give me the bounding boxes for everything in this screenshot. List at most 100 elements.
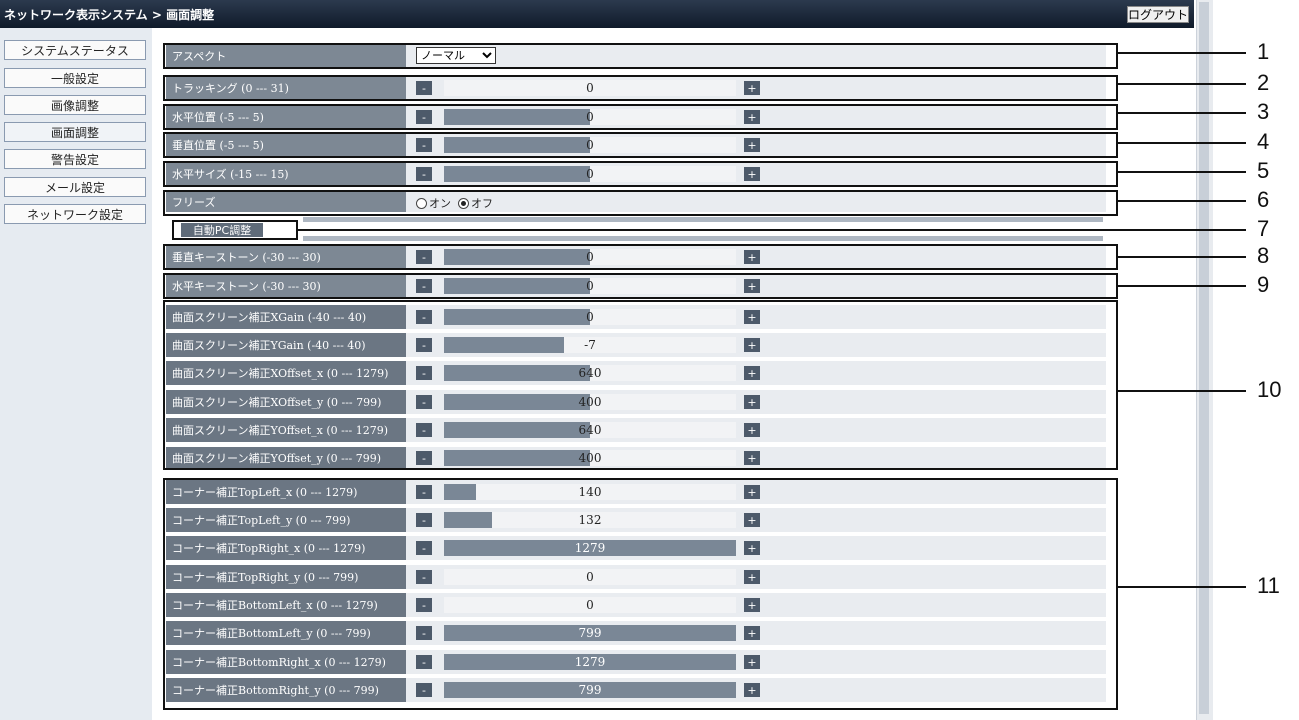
sidebar-item[interactable]: 画面調整 [4, 122, 146, 142]
slider-value: 400 [578, 451, 602, 465]
decrement-button[interactable]: - [416, 279, 432, 293]
increment-button[interactable]: + [744, 655, 760, 669]
increment-button[interactable]: + [744, 338, 760, 352]
decrement-button[interactable]: - [416, 626, 432, 640]
increment-button[interactable]: + [744, 451, 760, 465]
slider-row: 垂直位置 (-5 --- 5) - 0 + [166, 134, 1106, 156]
sidebar-item[interactable]: 画像調整 [4, 95, 146, 115]
slider-track[interactable]: -7 [444, 337, 736, 353]
slider-track[interactable]: 0 [444, 278, 736, 294]
decrement-button[interactable]: - [416, 655, 432, 669]
slider-row: 曲面スクリーン補正XOffset_y (0 --- 799) - 400 + [166, 390, 1106, 414]
aspect-row: アスペクト ノーマル [166, 45, 1106, 67]
slider-row: 水平位置 (-5 --- 5) - 0 + [166, 106, 1106, 128]
decrement-button[interactable]: - [416, 138, 432, 152]
increment-button[interactable]: + [744, 485, 760, 499]
slider-track[interactable]: 0 [444, 137, 736, 153]
increment-button[interactable]: + [744, 541, 760, 555]
decrement-button[interactable]: - [416, 423, 432, 437]
slider-row: コーナー補正TopLeft_x (0 --- 1279) - 140 + [166, 480, 1106, 504]
increment-button[interactable]: + [744, 81, 760, 95]
decrement-button[interactable]: - [416, 110, 432, 124]
scrollbar-thumb[interactable] [1199, 2, 1209, 714]
logout-button[interactable]: ログアウト [1127, 6, 1189, 23]
decrement-button[interactable]: - [416, 598, 432, 612]
slider-track[interactable]: 0 [444, 249, 736, 265]
decrement-button[interactable]: - [416, 250, 432, 264]
decrement-button[interactable]: - [416, 683, 432, 697]
freeze-on-radio[interactable]: オン [416, 195, 451, 211]
slider-track[interactable]: 799 [444, 682, 736, 698]
slider-label: 曲面スクリーン補正XGain (-40 --- 40) [166, 305, 406, 329]
increment-button[interactable]: + [744, 110, 760, 124]
slider-track[interactable]: 0 [444, 597, 736, 613]
decrement-button[interactable]: - [416, 366, 432, 380]
slider-track[interactable]: 0 [444, 166, 736, 182]
increment-button[interactable]: + [744, 395, 760, 409]
slider-track[interactable]: 1279 [444, 654, 736, 670]
slider-value: 0 [586, 167, 594, 181]
increment-button[interactable]: + [744, 167, 760, 181]
increment-button[interactable]: + [744, 513, 760, 527]
sidebar-item[interactable]: 一般設定 [4, 68, 146, 88]
auto-pc-button[interactable]: 自動PC調整 [181, 223, 263, 237]
increment-button[interactable]: + [744, 570, 760, 584]
slider-row: 垂直キーストーン (-30 --- 30) - 0 + [166, 246, 1106, 268]
slider-track[interactable]: 0 [444, 109, 736, 125]
decrement-button[interactable]: - [416, 485, 432, 499]
decrement-button[interactable]: - [416, 541, 432, 555]
increment-button[interactable]: + [744, 366, 760, 380]
scrollbar[interactable] [1196, 0, 1213, 720]
slider-track[interactable]: 140 [444, 484, 736, 500]
annotation-leader-line [1118, 142, 1246, 144]
increment-button[interactable]: + [744, 626, 760, 640]
decrement-button[interactable]: - [416, 310, 432, 324]
annotation-leader-line [1118, 200, 1246, 202]
decrement-button[interactable]: - [416, 167, 432, 181]
decrement-button[interactable]: - [416, 513, 432, 527]
slider-track[interactable]: 0 [444, 309, 736, 325]
increment-button[interactable]: + [744, 683, 760, 697]
slider-value: 0 [586, 138, 594, 152]
slider-track[interactable]: 640 [444, 422, 736, 438]
slider-track[interactable]: 0 [444, 80, 736, 96]
decrement-button[interactable]: - [416, 570, 432, 584]
slider-value: 0 [586, 250, 594, 264]
slider-track[interactable]: 132 [444, 512, 736, 528]
decrement-button[interactable]: - [416, 451, 432, 465]
slider-track[interactable]: 400 [444, 450, 736, 466]
slider-track[interactable]: 400 [444, 394, 736, 410]
increment-button[interactable]: + [744, 250, 760, 264]
breadcrumb-system[interactable]: ネットワーク表示システム [4, 8, 148, 22]
slider-track[interactable]: 640 [444, 365, 736, 381]
radio-on-icon [458, 197, 469, 209]
sidebar-item[interactable]: システムステータス [4, 40, 146, 60]
annotation-leader-line [1118, 390, 1246, 392]
freeze-row: フリーズ オン オフ [166, 192, 1106, 212]
sidebar-item[interactable]: ネットワーク設定 [4, 204, 146, 224]
increment-button[interactable]: + [744, 598, 760, 612]
freeze-off-radio[interactable]: オフ [458, 195, 493, 211]
slider-value: 0 [586, 279, 594, 293]
increment-button[interactable]: + [744, 310, 760, 324]
increment-button[interactable]: + [744, 279, 760, 293]
slider-label: コーナー補正BottomLeft_y (0 --- 799) [166, 621, 406, 645]
decrement-button[interactable]: - [416, 395, 432, 409]
freeze-off-label: オフ [471, 197, 493, 210]
sidebar-item[interactable]: メール設定 [4, 177, 146, 197]
slider-label: 曲面スクリーン補正YGain (-40 --- 40) [166, 333, 406, 357]
decrement-button[interactable]: - [416, 338, 432, 352]
header-bar: ネットワーク表示システム > 画面調整 ログアウト [0, 0, 1194, 28]
increment-button[interactable]: + [744, 138, 760, 152]
aspect-select[interactable]: ノーマル [416, 47, 496, 64]
sidebar-item[interactable]: 警告設定 [4, 149, 146, 169]
slider-label: 垂直キーストーン (-30 --- 30) [166, 246, 406, 268]
callout-number: 6 [1257, 187, 1270, 212]
slider-track[interactable]: 0 [444, 569, 736, 585]
decrement-button[interactable]: - [416, 81, 432, 95]
slider-row: 曲面スクリーン補正YOffset_y (0 --- 799) - 400 + [166, 447, 1106, 469]
slider-track[interactable]: 1279 [444, 540, 736, 556]
increment-button[interactable]: + [744, 423, 760, 437]
freeze-on-label: オン [429, 197, 451, 210]
slider-track[interactable]: 799 [444, 625, 736, 641]
